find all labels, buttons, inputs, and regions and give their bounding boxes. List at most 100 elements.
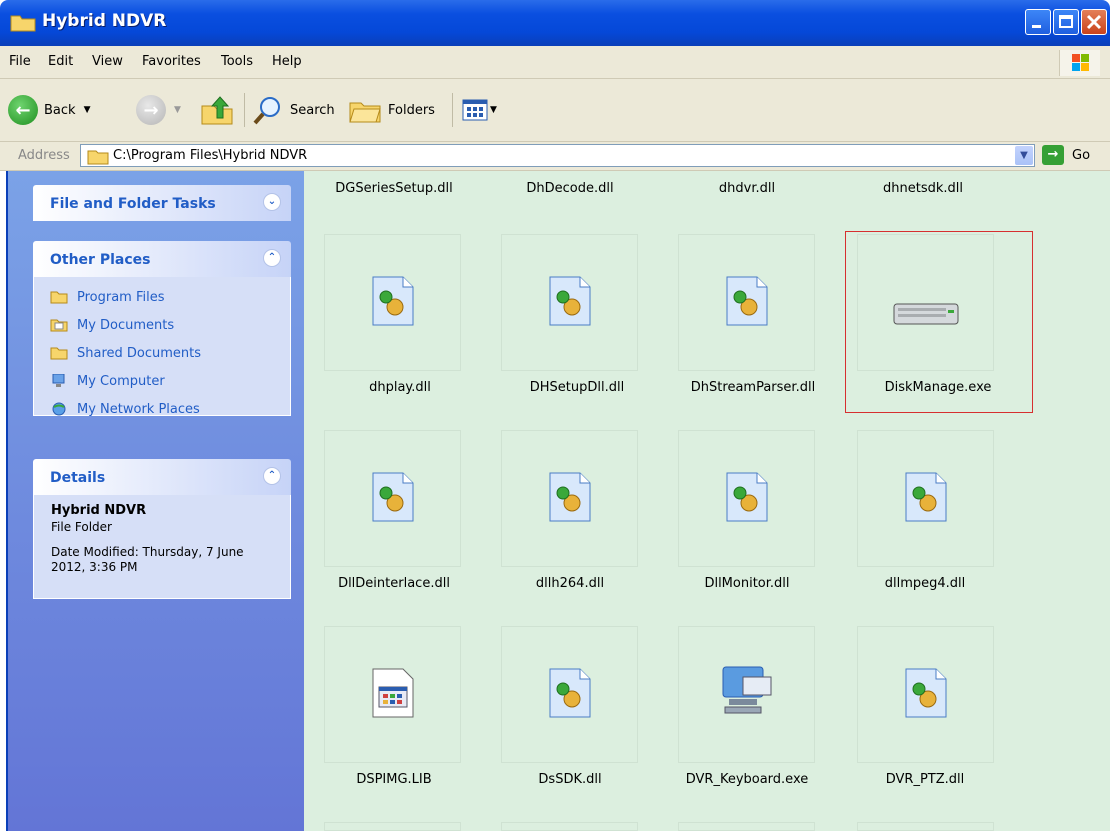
dll-file-icon xyxy=(549,276,591,326)
other-places-header[interactable]: Other Places ⌃ xyxy=(33,241,291,277)
menu-bar: File Edit View Favorites Tools Help xyxy=(0,46,1110,79)
windows-flag-icon xyxy=(1072,54,1089,71)
views-button[interactable]: ▼ xyxy=(462,93,497,127)
place-my-computer[interactable]: My Computer xyxy=(34,369,290,397)
folder-icon xyxy=(50,291,68,304)
menu-view[interactable]: View xyxy=(92,54,123,69)
search-icon xyxy=(253,97,280,125)
my-documents-icon xyxy=(50,319,68,332)
my-computer-icon xyxy=(52,374,65,387)
place-my-documents[interactable]: My Documents xyxy=(34,313,290,341)
go-arrow-icon[interactable]: → xyxy=(1042,145,1064,165)
dll-file-icon xyxy=(905,472,947,522)
file-item[interactable] xyxy=(501,626,638,763)
file-item[interactable] xyxy=(678,822,815,831)
file-item-label[interactable]: DhStreamParser.dll xyxy=(663,380,843,395)
folders-button[interactable]: Folders xyxy=(348,93,435,127)
forward-arrow-icon: → xyxy=(136,95,166,125)
file-item[interactable] xyxy=(501,822,638,831)
dll-file-icon xyxy=(726,276,768,326)
windows-logo xyxy=(1059,50,1100,76)
back-dropdown-icon[interactable]: ▼ xyxy=(84,105,91,115)
title-bar: Hybrid NDVR xyxy=(0,0,1110,46)
network-places-icon xyxy=(52,402,66,416)
collapse-chevron-icon[interactable]: ⌃ xyxy=(263,249,281,267)
file-item[interactable] xyxy=(324,822,461,831)
folder-icon xyxy=(10,15,36,32)
file-item-label[interactable]: DiskManage.exe xyxy=(848,380,1028,395)
file-item[interactable] xyxy=(678,234,815,371)
file-item-label[interactable]: dhdvr.dll xyxy=(657,181,837,196)
file-folder-tasks-panel: File and Folder Tasks ⌄ xyxy=(33,185,291,221)
toolbar-separator xyxy=(452,93,453,127)
other-places-panel: Other Places ⌃ Program Files My Document… xyxy=(33,241,291,417)
minimize-icon xyxy=(1032,25,1041,28)
file-item[interactable] xyxy=(857,626,994,763)
details-header[interactable]: Details ⌃ xyxy=(33,459,291,495)
minimize-button[interactable] xyxy=(1025,9,1051,35)
menu-tools[interactable]: Tools xyxy=(221,54,253,69)
forward-dropdown-icon[interactable]: ▼ xyxy=(174,105,181,115)
dll-file-icon xyxy=(905,668,947,718)
go-button[interactable]: Go xyxy=(1072,148,1090,163)
file-item[interactable] xyxy=(324,626,461,763)
other-places-title: Other Places xyxy=(50,252,151,268)
file-item-label[interactable]: DllMonitor.dll xyxy=(657,576,837,591)
file-item-label[interactable]: DSPIMG.LIB xyxy=(304,772,484,787)
place-program-files[interactable]: Program Files xyxy=(34,285,290,313)
file-item[interactable] xyxy=(678,626,815,763)
file-item-label[interactable]: dllmpeg4.dll xyxy=(835,576,1015,591)
file-item-label[interactable]: DsSDK.dll xyxy=(480,772,660,787)
menu-edit[interactable]: Edit xyxy=(48,54,73,69)
place-shared-documents[interactable]: Shared Documents xyxy=(34,341,290,369)
place-label: Program Files xyxy=(77,290,165,305)
file-item[interactable] xyxy=(324,430,461,567)
details-body: Hybrid NDVR File Folder Date Modified: T… xyxy=(33,495,291,599)
file-item-label[interactable]: DVR_Keyboard.exe xyxy=(657,772,837,787)
close-button[interactable] xyxy=(1081,9,1107,35)
up-folder-button[interactable] xyxy=(200,93,234,127)
expand-chevron-icon[interactable]: ⌄ xyxy=(263,193,281,211)
file-item[interactable] xyxy=(857,822,994,831)
details-panel: Details ⌃ Hybrid NDVR File Folder Date M… xyxy=(33,459,291,599)
file-item[interactable] xyxy=(501,234,638,371)
file-item-label[interactable]: dllh264.dll xyxy=(480,576,660,591)
forward-button[interactable]: → ▼ xyxy=(136,93,181,127)
collapse-chevron-icon[interactable]: ⌃ xyxy=(263,467,281,485)
file-item[interactable] xyxy=(857,430,994,567)
file-item-label[interactable]: DVR_PTZ.dll xyxy=(835,772,1015,787)
back-arrow-icon: ← xyxy=(8,95,38,125)
file-item-label[interactable]: DllDeinterlace.dll xyxy=(304,576,484,591)
place-label: My Computer xyxy=(77,374,165,389)
maximize-button[interactable] xyxy=(1053,9,1079,35)
place-label: My Network Places xyxy=(77,402,200,417)
file-item[interactable] xyxy=(324,234,461,371)
folders-label: Folders xyxy=(388,102,435,118)
search-label: Search xyxy=(290,102,335,118)
file-item-label[interactable]: dhnetsdk.dll xyxy=(833,181,1013,196)
file-item[interactable] xyxy=(501,430,638,567)
file-folder-tasks-header[interactable]: File and Folder Tasks ⌄ xyxy=(33,185,291,221)
details-title: Details xyxy=(50,470,106,486)
up-folder-icon xyxy=(201,96,233,125)
views-dropdown-icon[interactable]: ▼ xyxy=(490,105,497,115)
menu-help[interactable]: Help xyxy=(272,54,302,69)
menu-file[interactable]: File xyxy=(9,54,31,69)
folder-icon xyxy=(50,347,68,360)
address-input[interactable]: C:\Program Files\Hybrid NDVR ▼ xyxy=(80,144,1035,167)
place-my-network-places[interactable]: My Network Places xyxy=(34,397,290,425)
file-item-label[interactable]: DGSeriesSetup.dll xyxy=(304,181,484,196)
place-label: My Documents xyxy=(77,318,175,333)
menu-favorites[interactable]: Favorites xyxy=(142,54,201,69)
file-item[interactable] xyxy=(678,430,815,567)
maximize-icon xyxy=(1059,15,1073,28)
address-dropdown-icon[interactable]: ▼ xyxy=(1015,146,1033,165)
back-button[interactable]: ← Back ▼ xyxy=(8,93,90,127)
lib-file-icon xyxy=(372,668,414,718)
file-item-label[interactable]: DhDecode.dll xyxy=(480,181,660,196)
file-item-label[interactable]: DHSetupDll.dll xyxy=(487,380,667,395)
search-button[interactable]: Search xyxy=(252,93,335,127)
back-label: Back xyxy=(44,102,76,118)
file-item-label[interactable]: dhplay.dll xyxy=(310,380,490,395)
toolbar-separator xyxy=(244,93,245,127)
